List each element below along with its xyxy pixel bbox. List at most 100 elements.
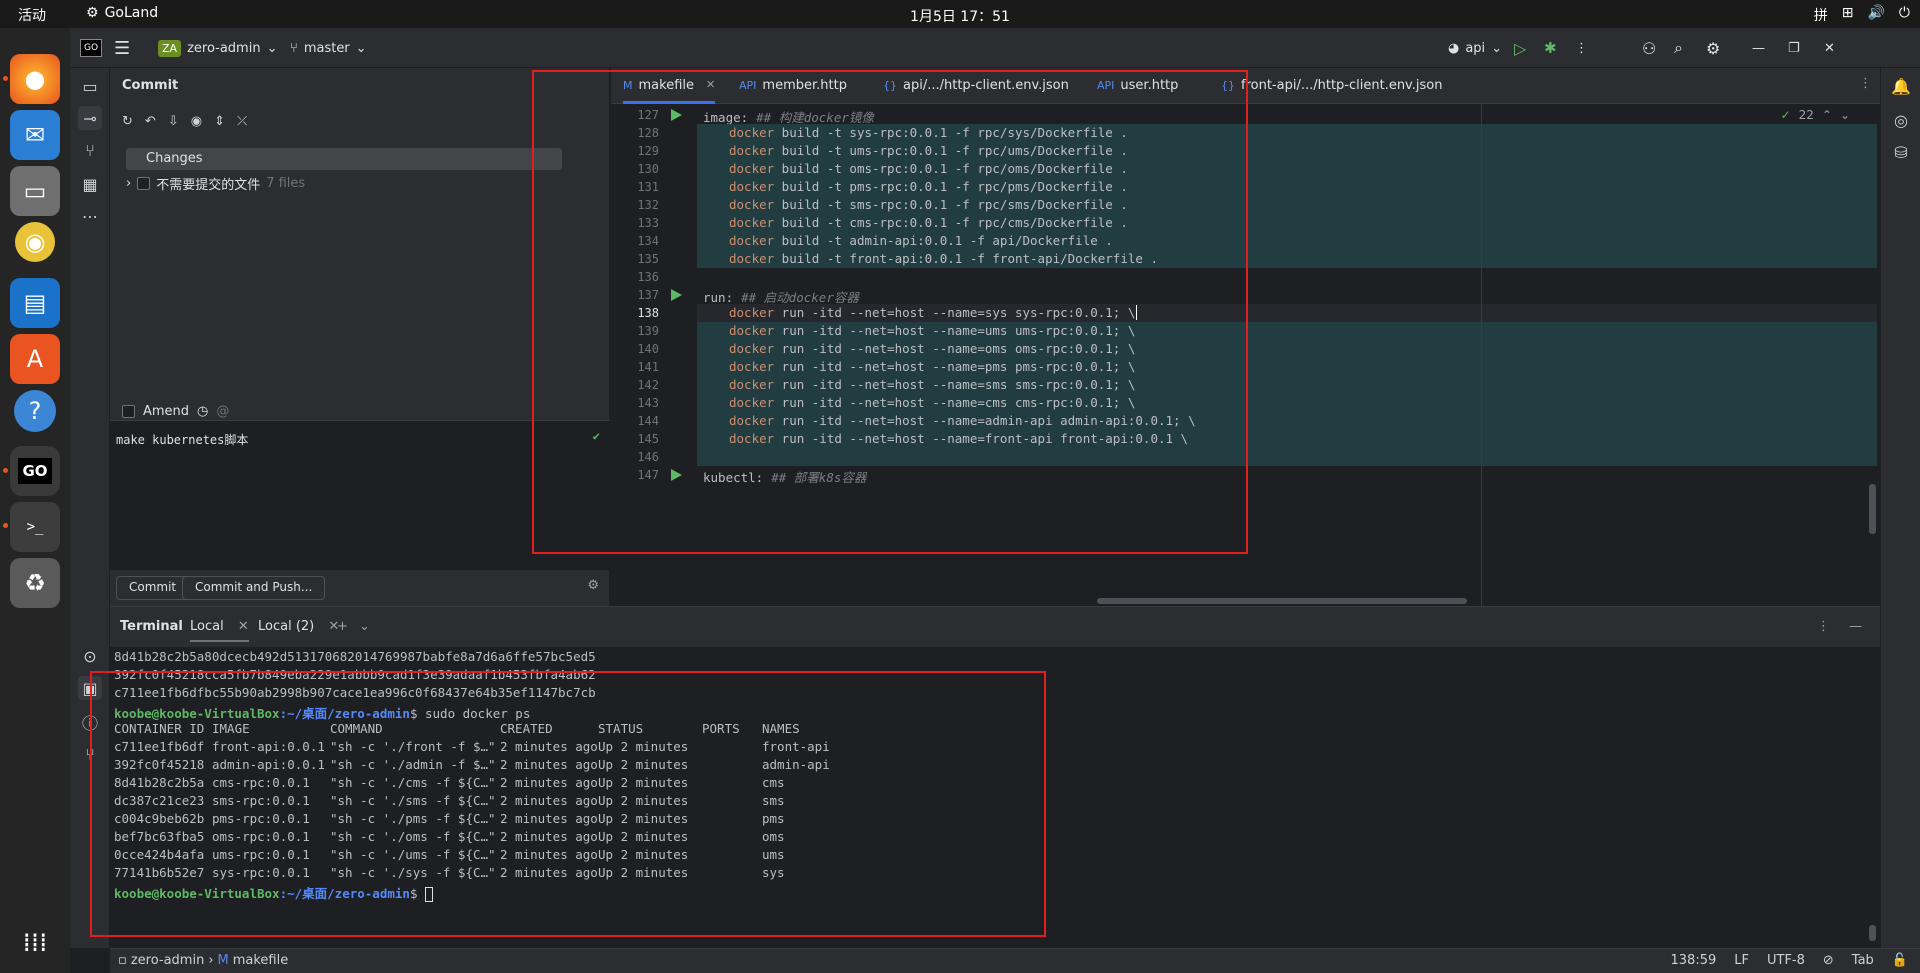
- code-line[interactable]: docker run -itd --net=host --name=front-…: [697, 430, 1877, 448]
- code-line[interactable]: docker build -t oms-rpc:0.0.1 -f rpc/oms…: [697, 160, 1877, 178]
- expand-all-icon[interactable]: ⇕: [214, 114, 225, 129]
- tab-2[interactable]: {} api/.../http-client.env.json: [883, 68, 1069, 104]
- code-line[interactable]: docker build -t ums-rpc:0.0.1 -f rpc/ums…: [697, 142, 1877, 160]
- terminal-options-icon[interactable]: ⋮: [1817, 619, 1830, 634]
- thunderbird-icon[interactable]: ✉: [10, 110, 60, 160]
- run-target-icon[interactable]: [671, 289, 682, 301]
- commit-message-field[interactable]: make kubernetes脚本 ✔: [110, 420, 610, 570]
- ai-assistant-icon[interactable]: ◎: [1889, 108, 1913, 132]
- rollback-icon[interactable]: ↶: [145, 114, 156, 129]
- code-line[interactable]: docker run -itd --net=host --name=sys sy…: [697, 304, 1877, 322]
- vertical-scrollbar[interactable]: [1869, 484, 1876, 534]
- hide-panel-icon[interactable]: —: [1849, 619, 1862, 634]
- structure-icon[interactable]: ▦: [78, 172, 102, 196]
- code-line[interactable]: docker build -t front-api:0.0.1 -f front…: [697, 250, 1877, 268]
- chevron-down-icon[interactable]: ⌄: [359, 619, 370, 634]
- search-icon[interactable]: ⌕: [1674, 28, 1683, 68]
- commit-settings-icon[interactable]: ⚙: [587, 578, 599, 593]
- commit-tool-icon[interactable]: ⊸: [78, 106, 102, 130]
- tab-4[interactable]: {} front-api/.../http-client.env.json: [1221, 68, 1442, 104]
- writer-icon[interactable]: ▤: [10, 278, 60, 328]
- network-icon[interactable]: ⊞: [1842, 5, 1854, 25]
- lock-icon[interactable]: 🔓: [1892, 953, 1908, 968]
- tab-0[interactable]: Mmakefile ✕: [623, 68, 716, 104]
- run-target-icon[interactable]: [671, 469, 682, 481]
- branch-selector[interactable]: ⑂ master ⌄: [290, 28, 367, 68]
- changelist-node[interactable]: › 不需要提交的文件 7 files: [126, 174, 305, 193]
- inspection-widget[interactable]: ✓ 22 ⌃ ⌄: [1781, 108, 1850, 122]
- amend-checkbox[interactable]: [122, 405, 135, 418]
- software-icon[interactable]: A: [10, 334, 60, 384]
- collapse-all-icon[interactable]: ⤫: [237, 114, 247, 129]
- code-line[interactable]: kubectl: ## 部署k8s容器: [697, 466, 1877, 485]
- volume-icon[interactable]: 🔊: [1867, 5, 1884, 25]
- pull-requests-icon[interactable]: ⑂: [78, 138, 102, 162]
- clock[interactable]: 1月5日 17：51: [910, 9, 1010, 25]
- app-menu[interactable]: ⚙ GoLand: [86, 5, 158, 21]
- terminal-icon[interactable]: >_: [10, 502, 60, 552]
- history-icon[interactable]: ◷: [197, 404, 208, 419]
- project-folder-icon[interactable]: ▭: [78, 74, 102, 98]
- system-tray[interactable]: 拼 ⊞ 🔊 ⏻: [1814, 5, 1910, 25]
- hamburger-menu-icon[interactable]: ☰: [114, 28, 130, 68]
- code-line[interactable]: image: ## 构建docker镜像: [697, 106, 1877, 125]
- next-highlight-icon[interactable]: ⌄: [1840, 108, 1850, 122]
- close-icon[interactable]: ✕: [1824, 28, 1835, 68]
- code-view[interactable]: image: ## 构建docker镜像 docker build -t sys-r…: [697, 104, 1880, 606]
- prev-highlight-icon[interactable]: ⌃: [1822, 108, 1832, 122]
- changelist-checkbox[interactable]: [137, 177, 151, 190]
- code-line[interactable]: [697, 268, 1877, 286]
- project-selector[interactable]: ZA zero-admin ⌄: [158, 28, 277, 68]
- trash-icon[interactable]: ♻: [10, 558, 60, 608]
- code-line[interactable]: docker run -itd --net=host --name=pms pm…: [697, 358, 1877, 376]
- chevron-right-icon[interactable]: ›: [126, 176, 131, 191]
- notifications-icon[interactable]: 🔔: [1889, 74, 1913, 98]
- caret-position[interactable]: 138:59: [1671, 953, 1717, 968]
- code-line[interactable]: docker run -itd --net=host --name=cms cm…: [697, 394, 1877, 412]
- author-icon[interactable]: @: [216, 404, 229, 419]
- code-line[interactable]: [697, 448, 1877, 466]
- files-icon[interactable]: ▭: [10, 166, 60, 216]
- breadcrumb-project[interactable]: zero-admin: [131, 953, 205, 968]
- goland-icon[interactable]: GO: [10, 446, 60, 496]
- ime-indicator[interactable]: 拼: [1814, 5, 1828, 25]
- services-icon[interactable]: ⊙: [78, 644, 102, 668]
- code-line[interactable]: docker build -t sms-rpc:0.0.1 -f rpc/sms…: [697, 196, 1877, 214]
- view-options-icon[interactable]: ◉: [191, 114, 202, 129]
- more-tools-icon[interactable]: ⋯: [78, 204, 102, 228]
- code-line[interactable]: docker build -t cms-rpc:0.0.1 -f rpc/cms…: [697, 214, 1877, 232]
- terminal-tool-icon[interactable]: ▣: [78, 676, 102, 700]
- horizontal-scrollbar[interactable]: [1097, 598, 1467, 604]
- code-line[interactable]: docker build -t sys-rpc:0.0.1 -f rpc/sys…: [697, 124, 1877, 142]
- power-icon[interactable]: ⏻: [1899, 5, 1910, 25]
- close-tab-icon[interactable]: ✕: [706, 78, 715, 101]
- new-tab-icon[interactable]: +: [337, 619, 348, 634]
- terminal-tab-local[interactable]: Local ✕: [190, 619, 249, 642]
- code-line[interactable]: docker build -t admin-api:0.0.1 -f api/D…: [697, 232, 1877, 250]
- problems-icon[interactable]: ⓘ: [78, 710, 102, 734]
- tab-1[interactable]: API member.http: [739, 68, 847, 104]
- help-icon[interactable]: ?: [14, 390, 56, 432]
- line-separator[interactable]: LF: [1734, 953, 1749, 968]
- file-encoding[interactable]: UTF-8: [1767, 953, 1805, 968]
- code-line[interactable]: docker run -itd --net=host --name=admin-…: [697, 412, 1877, 430]
- more-actions-icon[interactable]: ⋮: [1575, 28, 1588, 68]
- commit-and-push-button[interactable]: Commit and Push...: [182, 576, 326, 600]
- restore-icon[interactable]: ❐: [1788, 28, 1800, 68]
- terminal-scrollbar[interactable]: [1869, 925, 1876, 941]
- code-line[interactable]: docker run -itd --net=host --name=oms om…: [697, 340, 1877, 358]
- commit-button[interactable]: Commit: [116, 576, 190, 600]
- code-line[interactable]: docker run -itd --net=host --name=sms sm…: [697, 376, 1877, 394]
- firefox-icon[interactable]: ●: [10, 54, 60, 104]
- debug-icon[interactable]: ✱: [1544, 28, 1557, 68]
- changes-node[interactable]: Changes: [126, 148, 562, 170]
- code-line[interactable]: docker build -t pms-rpc:0.0.1 -f rpc/pms…: [697, 178, 1877, 196]
- run-target-icon[interactable]: [671, 109, 682, 121]
- minimize-icon[interactable]: —: [1752, 28, 1765, 68]
- settings-icon[interactable]: ⚙: [1706, 28, 1720, 68]
- run-icon[interactable]: ▷: [1514, 28, 1526, 68]
- code-line[interactable]: run: ## 启动docker容器: [697, 286, 1877, 305]
- terminal-tab-local-2[interactable]: Local (2) ✕: [258, 619, 339, 634]
- add-user-icon[interactable]: ⚇: [1642, 28, 1656, 68]
- database-icon[interactable]: ⛁: [1889, 140, 1913, 164]
